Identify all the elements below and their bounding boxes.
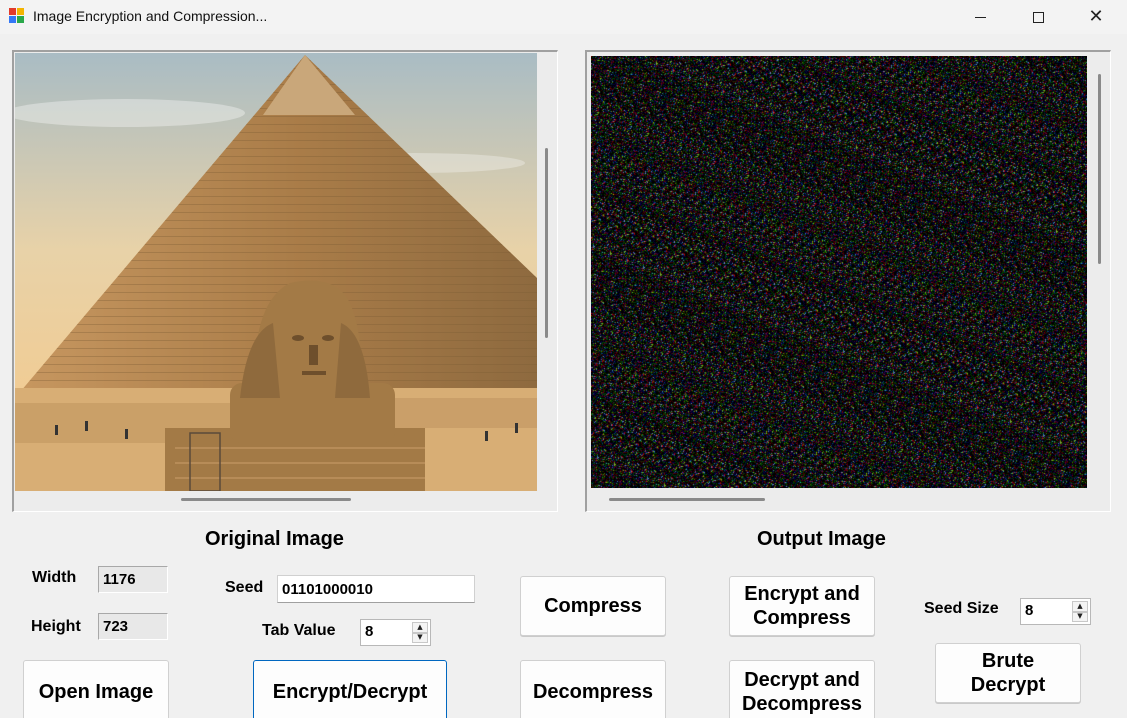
seed-size-down-icon[interactable]: ▼ — [1072, 611, 1088, 622]
original-vertical-scrollbar[interactable] — [545, 148, 548, 338]
tab-value-down-icon[interactable]: ▼ — [412, 632, 428, 643]
seed-size-stepper[interactable]: 8 ▲ ▼ — [1020, 598, 1091, 625]
output-vertical-scrollbar[interactable] — [1098, 74, 1101, 264]
maximize-button[interactable] — [1009, 0, 1067, 34]
seed-size-up-icon[interactable]: ▲ — [1072, 601, 1088, 612]
brute-decrypt-line2: Decrypt — [970, 674, 1046, 696]
encrypt-and-compress-line2: Compress — [753, 607, 851, 629]
compress-button[interactable]: Compress — [520, 576, 666, 636]
width-label: Width — [32, 569, 77, 586]
tab-value-stepper[interactable]: 8 ▲ ▼ — [360, 619, 431, 646]
height-label: Height — [31, 618, 81, 635]
app-window-icon — [9, 8, 25, 24]
title-bar: Image Encryption and Compression... ✕ — [0, 0, 1127, 34]
output-horizontal-scrollbar[interactable] — [609, 498, 765, 501]
original-image-panel — [12, 50, 558, 512]
original-image — [15, 53, 537, 491]
original-horizontal-scrollbar[interactable] — [181, 498, 351, 501]
decompress-button[interactable]: Decompress — [520, 660, 666, 718]
brute-decrypt-button[interactable]: Brute Decrypt — [935, 643, 1081, 703]
brute-decrypt-line1: Brute — [981, 650, 1035, 672]
output-image-panel — [585, 50, 1111, 512]
decrypt-and-decompress-line1: Decrypt and — [744, 669, 860, 691]
decrypt-and-decompress-line2: Decompress — [741, 693, 863, 715]
seed-label: Seed — [225, 579, 264, 596]
seed-size-label: Seed Size — [924, 600, 999, 617]
minimize-button[interactable] — [951, 0, 1009, 34]
encrypt-and-compress-button[interactable]: Encrypt and Compress — [729, 576, 875, 636]
encrypt-and-compress-line1: Encrypt and — [744, 583, 860, 605]
seed-input[interactable] — [277, 575, 475, 603]
minimize-icon — [974, 16, 986, 18]
tab-value-value: 8 — [365, 623, 374, 640]
height-value: 723 — [98, 613, 168, 640]
original-image-heading: Original Image — [205, 528, 344, 550]
tab-value-up-icon[interactable]: ▲ — [412, 622, 428, 633]
width-value: 1176 — [98, 566, 168, 593]
maximize-icon — [1032, 11, 1044, 23]
close-icon: ✕ — [1088, 6, 1104, 27]
encrypt-decrypt-button[interactable]: Encrypt/Decrypt — [253, 660, 447, 718]
output-image — [591, 56, 1087, 488]
decrypt-and-decompress-button[interactable]: Decrypt and Decompress — [729, 660, 875, 718]
open-image-button[interactable]: Open Image — [23, 660, 169, 718]
close-button[interactable]: ✕ — [1067, 0, 1125, 34]
output-image-heading: Output Image — [757, 528, 886, 550]
window-title: Image Encryption and Compression... — [33, 8, 268, 24]
tab-value-label: Tab Value — [262, 622, 336, 639]
seed-size-value: 8 — [1025, 602, 1034, 619]
